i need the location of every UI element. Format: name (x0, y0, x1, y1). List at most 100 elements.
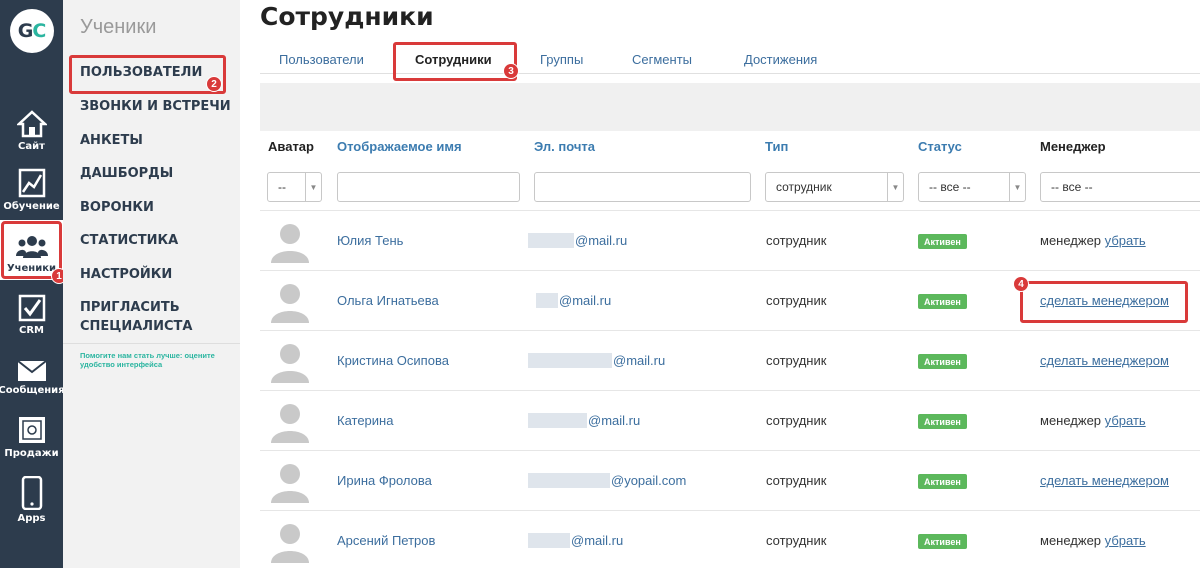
rail-label: CRM (19, 325, 44, 336)
column-header-type[interactable]: Тип (765, 139, 788, 154)
subnav-item-users[interactable]: ПОЛЬЗОВАТЕЛИ (68, 55, 227, 94)
redacted-block (528, 233, 574, 248)
rail-label: Сообщения (0, 385, 65, 396)
rail-item-learning[interactable]: Обучение (0, 158, 63, 218)
status-filter-select[interactable]: -- все -- ▼ (918, 172, 1026, 202)
status-badge: Активен (918, 354, 967, 369)
column-header-email[interactable]: Эл. почта (534, 139, 595, 154)
checkbox-icon (18, 294, 45, 322)
tab-staff[interactable]: Сотрудники (393, 42, 517, 81)
user-name-link[interactable]: Арсений Петров (337, 533, 435, 548)
avatar-placeholder-icon (271, 284, 309, 323)
rail-label: Apps (17, 513, 46, 524)
users-icon (15, 236, 48, 258)
annotation-highlight (1020, 281, 1188, 323)
user-name-link[interactable]: Юлия Тень (337, 233, 403, 248)
avatar-placeholder-icon (271, 404, 309, 443)
table-row: Ольга Игнатьева @mail.ru сотрудник Актив… (260, 270, 1200, 330)
subnav-item-dashboards[interactable]: ДАШБОРДЫ (80, 164, 173, 183)
email-cell[interactable]: @yopail.com (528, 473, 686, 488)
user-name-link[interactable]: Ирина Фролова (337, 473, 432, 488)
table-row: Кристина Осипова @mail.ru сотрудник Акти… (260, 330, 1200, 390)
email-cell[interactable]: @mail.ru (528, 233, 627, 248)
avatar-placeholder-icon (271, 524, 309, 563)
email-cell[interactable]: @mail.ru (528, 353, 665, 368)
type-cell: сотрудник (766, 293, 827, 308)
make-manager-link[interactable]: сделать менеджером (1040, 473, 1169, 488)
select-value: -- (278, 180, 286, 194)
user-name-link[interactable]: Кристина Осипова (337, 353, 449, 368)
email-filter-input[interactable] (534, 172, 751, 202)
safe-icon (18, 417, 45, 443)
tab-groups[interactable]: Группы (540, 52, 583, 67)
remove-manager-link[interactable]: убрать (1105, 233, 1146, 248)
email-domain: @mail.ru (575, 233, 628, 248)
manager-filter-select[interactable]: -- все -- (1040, 172, 1200, 202)
status-badge: Активен (918, 294, 967, 309)
tab-users[interactable]: Пользователи (279, 52, 364, 67)
make-manager-link[interactable]: сделать менеджером (1040, 353, 1169, 368)
rail-item-site[interactable]: Сайт (0, 98, 63, 158)
manager-label: менеджер (1040, 533, 1102, 548)
email-cell[interactable]: @mail.ru (528, 413, 640, 428)
rail-label: Ученики (6, 263, 57, 274)
subnav-item-funnels[interactable]: ВОРОНКИ (80, 198, 154, 217)
rail-label: Продажи (4, 448, 59, 459)
redacted-block (528, 413, 587, 428)
tabs: Пользователи Сотрудники Группы Сегменты … (260, 42, 1200, 81)
subnav-item-forms[interactable]: АНКЕТЫ (80, 131, 143, 150)
subnav-item-invite-specialist[interactable]: ПРИГЛАСИТЬ СПЕЦИАЛИСТА (80, 298, 220, 336)
subnav-item-calls[interactable]: ЗВОНКИ И ВСТРЕЧИ (80, 97, 231, 116)
email-cell[interactable]: @mail.ru (528, 533, 623, 548)
type-cell: сотрудник (766, 233, 827, 248)
remove-manager-link[interactable]: убрать (1105, 413, 1146, 428)
user-name-link[interactable]: Ольга Игнатьева (337, 293, 439, 308)
manager-cell: менеджер убрать (1040, 413, 1146, 428)
email-cell[interactable]: @mail.ru (536, 293, 611, 308)
email-domain: @mail.ru (559, 293, 612, 308)
subnav-item-statistics[interactable]: СТАТИСТИКА (80, 231, 178, 250)
gc-logo-icon: GC (9, 9, 54, 53)
tab-segments[interactable]: Сегменты (632, 52, 692, 67)
envelope-icon (16, 360, 47, 381)
redacted-block (528, 353, 612, 368)
tab-achievements[interactable]: Достижения (744, 52, 817, 67)
manager-cell: менеджер убрать (1040, 233, 1146, 248)
rail-item-crm[interactable]: CRM (0, 282, 63, 342)
select-value: сотрудник (776, 180, 832, 194)
table-row: Юлия Тень @mail.ru сотрудник Активен мен… (260, 210, 1200, 270)
redacted-block (528, 473, 610, 488)
divider (63, 343, 240, 344)
app: GC Сайт Обучение Ученики 1 CRM Сообщения… (0, 0, 1200, 568)
status-badge: Активен (918, 414, 967, 429)
column-header-name[interactable]: Отображаемое имя (337, 139, 462, 154)
rail-item-sales[interactable]: Продажи (0, 405, 63, 465)
column-header-manager: Менеджер (1040, 139, 1106, 154)
rail-label: Сайт (18, 141, 45, 152)
feedback-link[interactable]: Помогите нам стать лучше: оцените удобст… (80, 351, 235, 369)
manager-label: менеджер (1040, 233, 1102, 248)
annotation-badge-2: 2 (206, 76, 222, 92)
manager-cell: сделать менеджером (1040, 353, 1169, 368)
rail-item-messages[interactable]: Сообщения (0, 342, 65, 402)
chevron-down-icon: ▼ (887, 173, 903, 201)
section-title: Ученики (80, 16, 157, 38)
chart-icon (18, 168, 45, 198)
table-row: Катерина @mail.ru сотрудник Активен мене… (260, 390, 1200, 450)
logo[interactable]: GC (0, 0, 63, 62)
subnav-item-settings[interactable]: НАСТРОЙКИ (80, 265, 172, 284)
rail-item-apps[interactable]: Apps (0, 470, 63, 530)
select-value: -- все -- (929, 180, 971, 194)
avatar-filter-select[interactable]: -- ▼ (267, 172, 322, 202)
type-cell: сотрудник (766, 533, 827, 548)
email-domain: @mail.ru (571, 533, 624, 548)
avatar-placeholder-icon (271, 464, 309, 503)
user-name-link[interactable]: Катерина (337, 413, 393, 428)
type-cell: сотрудник (766, 473, 827, 488)
name-filter-input[interactable] (337, 172, 520, 202)
avatar-placeholder-icon (271, 224, 309, 263)
type-filter-select[interactable]: сотрудник ▼ (765, 172, 904, 202)
page-title: Сотрудники (260, 2, 434, 31)
column-header-status[interactable]: Статус (918, 139, 962, 154)
remove-manager-link[interactable]: убрать (1105, 533, 1146, 548)
